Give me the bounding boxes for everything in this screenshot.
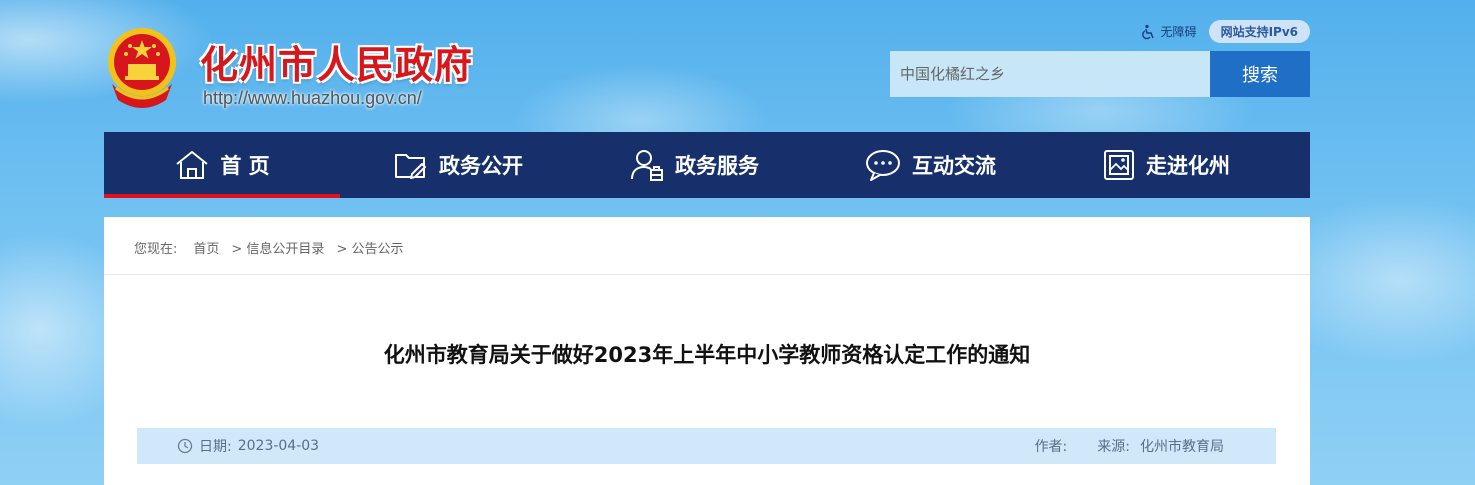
site-title[interactable]: 化州市人民政府 — [200, 34, 473, 89]
article-title: 化州市教育局关于做好2023年上半年中小学教师资格认定工作的通知 — [383, 343, 1031, 367]
top-links: 无障碍 网站支持IPv6 — [1140, 20, 1310, 43]
date-value: 2023-04-03 — [237, 438, 320, 454]
content-panel: 您现在: 首页 > 信息公开目录 > 公告公示 化州市教育局关于做好2023年上… — [104, 217, 1310, 485]
user-service-icon — [631, 150, 663, 181]
search-input[interactable] — [890, 51, 1210, 97]
article-attribution: 作者: 来源: 化州市教育局 — [1035, 428, 1224, 464]
source-label: 来源: — [1097, 439, 1130, 455]
accessibility-link[interactable]: 无障碍 — [1140, 23, 1197, 40]
ipv6-badge: 网站支持IPv6 — [1208, 20, 1310, 43]
accessibility-label: 无障碍 — [1160, 25, 1197, 39]
source-value: 化州市教育局 — [1140, 439, 1224, 455]
article-meta-bar: 日期: 2023-04-03 作者: 来源: 化州市教育局 — [137, 428, 1276, 464]
national-emblem-icon — [108, 28, 176, 108]
nav-item-label: 走进化州 — [1146, 154, 1230, 178]
author-label: 作者: — [1034, 439, 1068, 455]
folder-edit-icon — [395, 154, 426, 179]
date-label: 日期: — [199, 439, 232, 455]
wheelchair-icon — [1141, 24, 1154, 39]
nav-item-government-affairs[interactable]: 政务公开 — [340, 132, 576, 198]
breadcrumb-announcements[interactable]: > 公告公示 — [336, 238, 403, 257]
main-nav: 首 页 政务公开 政务服务 互动交流 走进化州 — [104, 132, 1310, 198]
breadcrumb-info-directory[interactable]: > 信息公开目录 — [231, 238, 324, 257]
nav-item-label: 政务服务 — [675, 154, 759, 178]
nav-item-label: 互动交流 — [912, 154, 996, 178]
breadcrumb-home[interactable]: 首页 — [193, 238, 219, 257]
nav-item-label: 政务公开 — [439, 154, 523, 178]
breadcrumb-prefix: 您现在: — [134, 242, 178, 257]
article-date: 日期: 2023-04-03 — [177, 428, 319, 464]
nav-item-services[interactable]: 政务服务 — [576, 132, 812, 198]
nav-item-home[interactable]: 首 页 — [104, 132, 340, 198]
site-url: http://www.huazhou.gov.cn/ — [203, 88, 422, 108]
breadcrumb: 您现在: 首页 > 信息公开目录 > 公告公示 — [134, 238, 403, 257]
search-bar: 搜索 — [890, 51, 1310, 97]
home-icon — [176, 151, 208, 179]
nav-item-about-huazhou[interactable]: 走进化州 — [1048, 132, 1284, 198]
nav-item-interaction[interactable]: 互动交流 — [812, 132, 1048, 198]
clock-icon — [177, 438, 193, 454]
breadcrumb-divider — [104, 274, 1310, 275]
nav-item-label: 首 页 — [220, 154, 270, 178]
chat-bubble-icon — [866, 150, 900, 181]
search-button[interactable]: 搜索 — [1210, 51, 1310, 97]
picture-frame-icon — [1104, 150, 1134, 180]
site-header: 化州市人民政府 http://www.huazhou.gov.cn/ 无障碍 网… — [104, 0, 1310, 132]
